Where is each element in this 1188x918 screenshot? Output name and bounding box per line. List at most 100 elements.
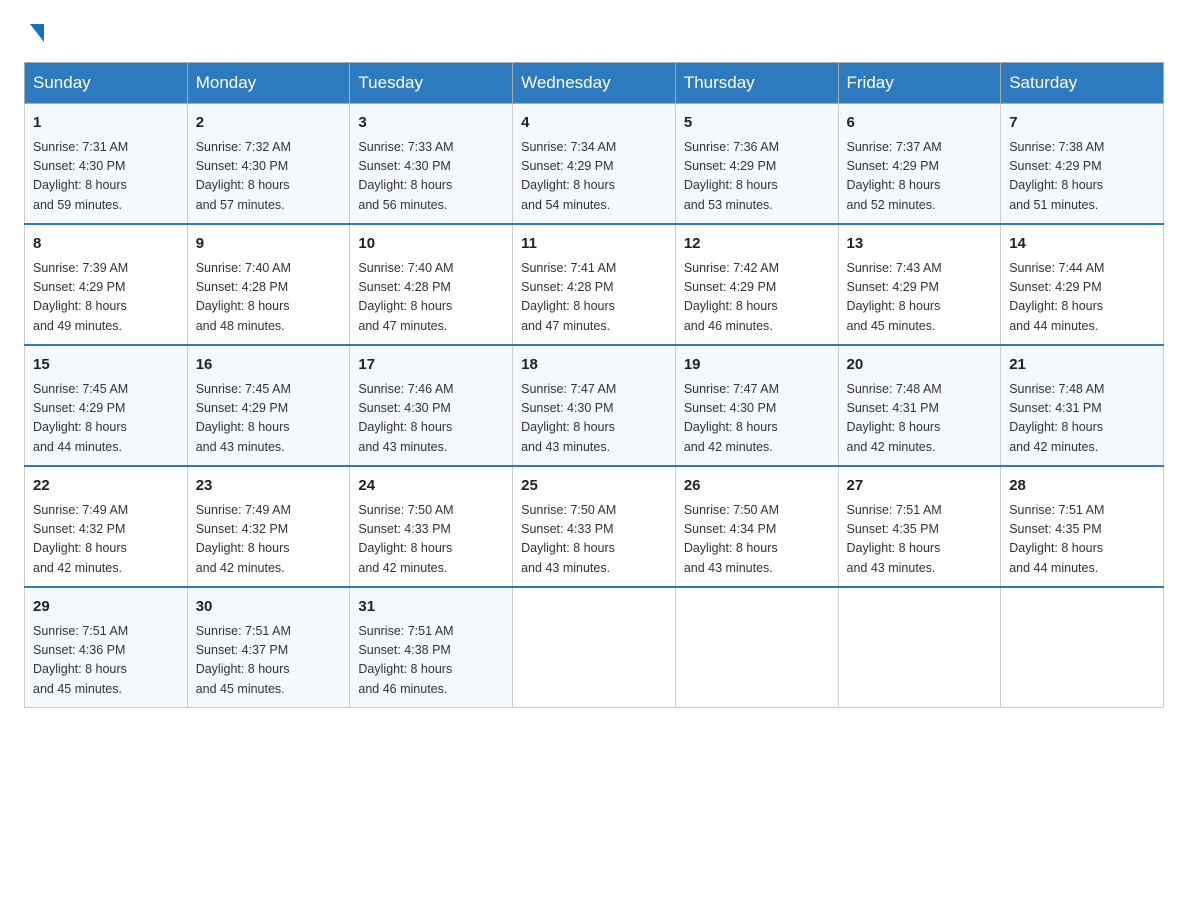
day-info: Sunrise: 7:50 AMSunset: 4:34 PMDaylight:… [684, 501, 830, 579]
day-number: 2 [196, 112, 342, 135]
day-number: 21 [1009, 354, 1155, 377]
day-info: Sunrise: 7:51 AMSunset: 4:37 PMDaylight:… [196, 622, 342, 700]
day-info: Sunrise: 7:48 AMSunset: 4:31 PMDaylight:… [847, 380, 993, 458]
day-number: 16 [196, 354, 342, 377]
day-number: 3 [358, 112, 504, 135]
page-header [24, 24, 1164, 42]
day-info: Sunrise: 7:32 AMSunset: 4:30 PMDaylight:… [196, 138, 342, 216]
col-header-thursday: Thursday [675, 63, 838, 104]
calendar-cell: 26 Sunrise: 7:50 AMSunset: 4:34 PMDayligh… [675, 466, 838, 587]
calendar-cell: 18 Sunrise: 7:47 AMSunset: 4:30 PMDayligh… [513, 345, 676, 466]
day-info: Sunrise: 7:33 AMSunset: 4:30 PMDaylight:… [358, 138, 504, 216]
calendar-cell: 22Sunrise: 7:49 AMSunset: 4:32 PMDayligh… [25, 466, 188, 587]
day-info: Sunrise: 7:49 AMSunset: 4:32 PMDaylight:… [196, 501, 342, 579]
calendar-cell: 27Sunrise: 7:51 AMSunset: 4:35 PMDayligh… [838, 466, 1001, 587]
calendar-cell [1001, 587, 1164, 708]
day-number: 7 [1009, 112, 1155, 135]
day-info: Sunrise: 7:47 AMSunset: 4:30 PMDaylight:… [521, 380, 667, 458]
calendar-cell: 4 Sunrise: 7:34 AMSunset: 4:29 PMDaylight… [513, 104, 676, 225]
logo-blue-text [24, 24, 44, 42]
calendar-cell: 11 Sunrise: 7:41 AMSunset: 4:28 PMDayligh… [513, 224, 676, 345]
calendar-week-row: 8Sunrise: 7:39 AMSunset: 4:29 PMDaylight… [25, 224, 1164, 345]
col-header-monday: Monday [187, 63, 350, 104]
calendar-cell: 20 Sunrise: 7:48 AMSunset: 4:31 PMDayligh… [838, 345, 1001, 466]
col-header-friday: Friday [838, 63, 1001, 104]
day-number: 17 [358, 354, 504, 377]
day-number: 23 [196, 475, 342, 498]
calendar-cell: 9 Sunrise: 7:40 AMSunset: 4:28 PMDaylight… [187, 224, 350, 345]
calendar-cell: 2 Sunrise: 7:32 AMSunset: 4:30 PMDaylight… [187, 104, 350, 225]
calendar-week-row: 1 Sunrise: 7:31 AMSunset: 4:30 PMDaylight… [25, 104, 1164, 225]
calendar-cell [838, 587, 1001, 708]
day-number: 10 [358, 233, 504, 256]
day-info: Sunrise: 7:44 AMSunset: 4:29 PMDaylight:… [1009, 259, 1155, 337]
col-header-wednesday: Wednesday [513, 63, 676, 104]
day-info: Sunrise: 7:41 AMSunset: 4:28 PMDaylight:… [521, 259, 667, 337]
day-info: Sunrise: 7:42 AMSunset: 4:29 PMDaylight:… [684, 259, 830, 337]
calendar-cell: 24 Sunrise: 7:50 AMSunset: 4:33 PMDayligh… [350, 466, 513, 587]
day-info: Sunrise: 7:43 AMSunset: 4:29 PMDaylight:… [847, 259, 993, 337]
calendar-week-row: 15 Sunrise: 7:45 AMSunset: 4:29 PMDayligh… [25, 345, 1164, 466]
day-info: Sunrise: 7:48 AMSunset: 4:31 PMDaylight:… [1009, 380, 1155, 458]
day-number: 4 [521, 112, 667, 135]
calendar-cell: 7 Sunrise: 7:38 AMSunset: 4:29 PMDaylight… [1001, 104, 1164, 225]
day-number: 24 [358, 475, 504, 498]
col-header-saturday: Saturday [1001, 63, 1164, 104]
day-number: 5 [684, 112, 830, 135]
calendar-cell: 6Sunrise: 7:37 AMSunset: 4:29 PMDaylight… [838, 104, 1001, 225]
calendar-cell: 13Sunrise: 7:43 AMSunset: 4:29 PMDayligh… [838, 224, 1001, 345]
day-info: Sunrise: 7:50 AMSunset: 4:33 PMDaylight:… [521, 501, 667, 579]
day-info: Sunrise: 7:38 AMSunset: 4:29 PMDaylight:… [1009, 138, 1155, 216]
day-number: 31 [358, 596, 504, 619]
day-info: Sunrise: 7:40 AMSunset: 4:28 PMDaylight:… [358, 259, 504, 337]
day-info: Sunrise: 7:37 AMSunset: 4:29 PMDaylight:… [847, 138, 993, 216]
day-number: 28 [1009, 475, 1155, 498]
col-header-sunday: Sunday [25, 63, 188, 104]
calendar-cell: 25 Sunrise: 7:50 AMSunset: 4:33 PMDayligh… [513, 466, 676, 587]
day-info: Sunrise: 7:50 AMSunset: 4:33 PMDaylight:… [358, 501, 504, 579]
day-info: Sunrise: 7:36 AMSunset: 4:29 PMDaylight:… [684, 138, 830, 216]
calendar-cell: 16 Sunrise: 7:45 AMSunset: 4:29 PMDayligh… [187, 345, 350, 466]
day-number: 18 [521, 354, 667, 377]
day-info: Sunrise: 7:45 AMSunset: 4:29 PMDaylight:… [196, 380, 342, 458]
day-info: Sunrise: 7:46 AMSunset: 4:30 PMDaylight:… [358, 380, 504, 458]
day-number: 12 [684, 233, 830, 256]
day-number: 15 [33, 354, 179, 377]
calendar-cell: 10 Sunrise: 7:40 AMSunset: 4:28 PMDayligh… [350, 224, 513, 345]
calendar-table: SundayMondayTuesdayWednesdayThursdayFrid… [24, 62, 1164, 708]
day-number: 22 [33, 475, 179, 498]
calendar-cell: 1 Sunrise: 7:31 AMSunset: 4:30 PMDaylight… [25, 104, 188, 225]
day-number: 29 [33, 596, 179, 619]
calendar-cell: 21 Sunrise: 7:48 AMSunset: 4:31 PMDayligh… [1001, 345, 1164, 466]
calendar-cell [675, 587, 838, 708]
day-number: 1 [33, 112, 179, 135]
calendar-cell: 31 Sunrise: 7:51 AMSunset: 4:38 PMDayligh… [350, 587, 513, 708]
calendar-cell: 14 Sunrise: 7:44 AMSunset: 4:29 PMDayligh… [1001, 224, 1164, 345]
day-info: Sunrise: 7:47 AMSunset: 4:30 PMDaylight:… [684, 380, 830, 458]
day-number: 30 [196, 596, 342, 619]
calendar-cell: 30 Sunrise: 7:51 AMSunset: 4:37 PMDayligh… [187, 587, 350, 708]
day-info: Sunrise: 7:31 AMSunset: 4:30 PMDaylight:… [33, 138, 179, 216]
calendar-cell [513, 587, 676, 708]
day-number: 20 [847, 354, 993, 377]
day-number: 11 [521, 233, 667, 256]
day-info: Sunrise: 7:34 AMSunset: 4:29 PMDaylight:… [521, 138, 667, 216]
calendar-cell: 23 Sunrise: 7:49 AMSunset: 4:32 PMDayligh… [187, 466, 350, 587]
calendar-cell: 8Sunrise: 7:39 AMSunset: 4:29 PMDaylight… [25, 224, 188, 345]
calendar-cell: 12 Sunrise: 7:42 AMSunset: 4:29 PMDayligh… [675, 224, 838, 345]
day-info: Sunrise: 7:51 AMSunset: 4:35 PMDaylight:… [1009, 501, 1155, 579]
day-number: 26 [684, 475, 830, 498]
calendar-cell: 17 Sunrise: 7:46 AMSunset: 4:30 PMDayligh… [350, 345, 513, 466]
day-info: Sunrise: 7:40 AMSunset: 4:28 PMDaylight:… [196, 259, 342, 337]
day-number: 9 [196, 233, 342, 256]
calendar-week-row: 29Sunrise: 7:51 AMSunset: 4:36 PMDayligh… [25, 587, 1164, 708]
day-number: 25 [521, 475, 667, 498]
day-info: Sunrise: 7:51 AMSunset: 4:38 PMDaylight:… [358, 622, 504, 700]
day-number: 27 [847, 475, 993, 498]
calendar-cell: 5 Sunrise: 7:36 AMSunset: 4:29 PMDaylight… [675, 104, 838, 225]
day-number: 8 [33, 233, 179, 256]
calendar-cell: 15 Sunrise: 7:45 AMSunset: 4:29 PMDayligh… [25, 345, 188, 466]
day-info: Sunrise: 7:45 AMSunset: 4:29 PMDaylight:… [33, 380, 179, 458]
day-number: 14 [1009, 233, 1155, 256]
calendar-cell: 28 Sunrise: 7:51 AMSunset: 4:35 PMDayligh… [1001, 466, 1164, 587]
